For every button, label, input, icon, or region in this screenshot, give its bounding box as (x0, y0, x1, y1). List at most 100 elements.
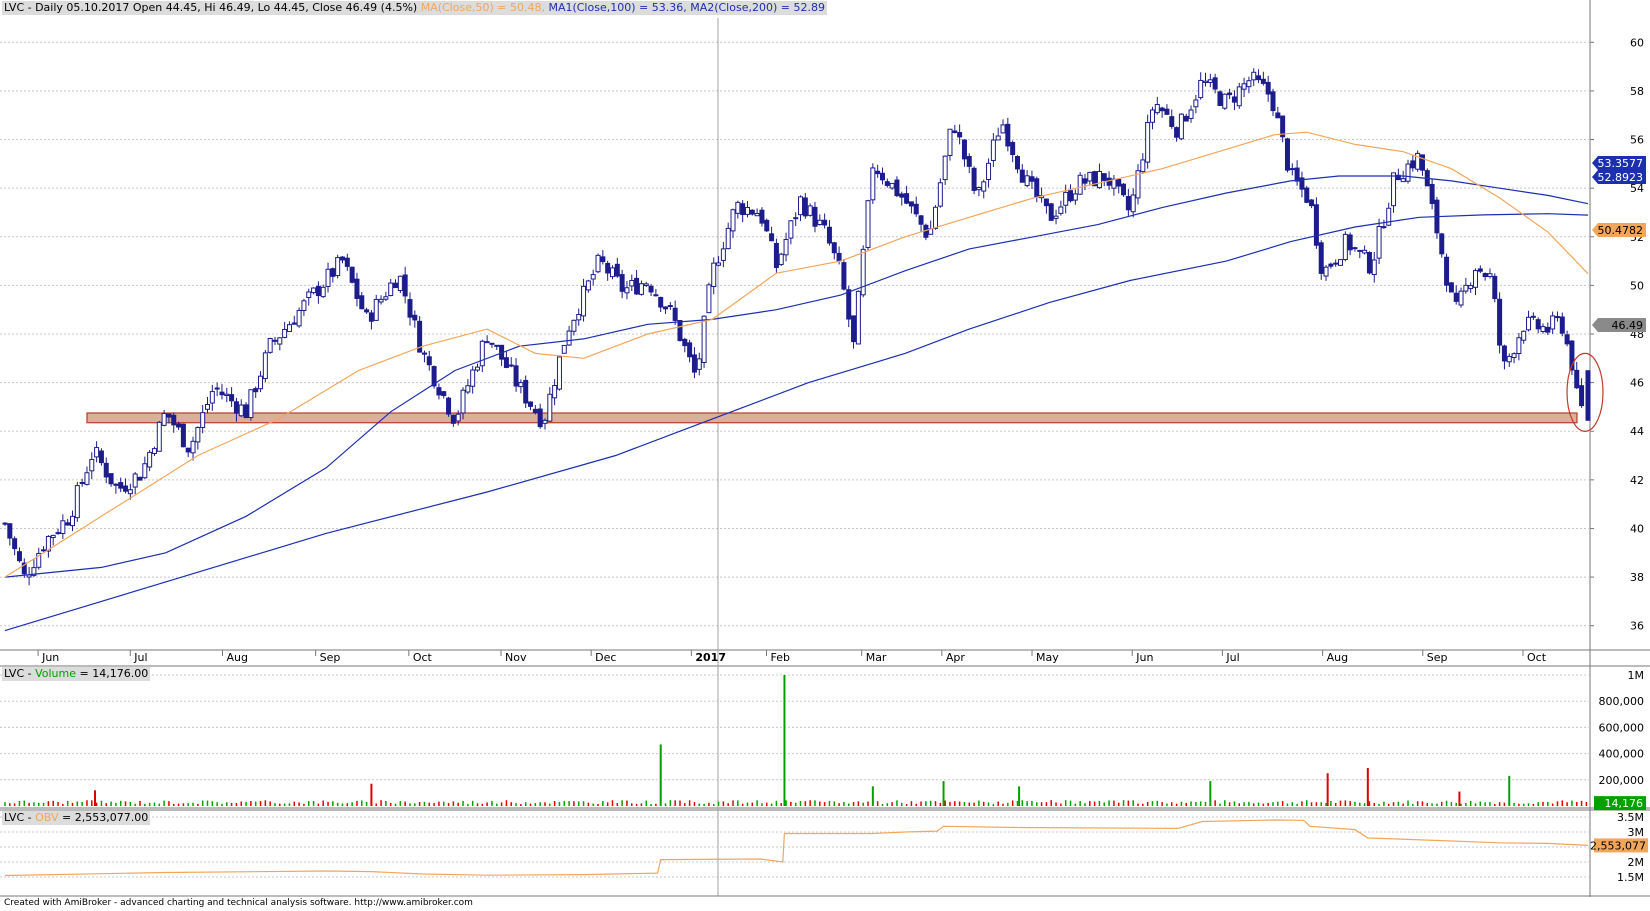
obv-y-tick-label: 3M (1628, 826, 1645, 839)
candle-body (1371, 259, 1377, 276)
price-y-tick-label: 56 (1630, 134, 1644, 147)
volume-y-tick-label: 800,000 (1599, 695, 1645, 708)
candle-body (1154, 104, 1160, 114)
candle-body (1429, 183, 1435, 205)
candle-body (571, 319, 577, 332)
candle-body (41, 549, 47, 552)
price-y-tick-label: 50 (1630, 279, 1644, 292)
candle-body (1034, 178, 1040, 198)
candle-body (1010, 142, 1016, 156)
candle-body (682, 338, 688, 347)
candle-body (846, 289, 852, 320)
price-panel-header: LVC - Daily 05.10.2017 Open 44.45, Hi 46… (2, 1, 827, 15)
candle-body (354, 278, 360, 299)
candle-body (503, 357, 509, 368)
obv-y-tick-label: 3.5M (1617, 811, 1644, 824)
candle-body (1068, 190, 1074, 202)
candle-body (899, 193, 905, 198)
candle-body (123, 485, 129, 492)
candle-body (335, 257, 341, 277)
candle-body (1347, 234, 1353, 251)
candle-body (12, 538, 18, 550)
price-y-tick-label: 60 (1630, 36, 1644, 49)
volume-y-tick-label: 600,000 (1599, 721, 1645, 734)
candle-body (1304, 187, 1310, 203)
candle-body (1096, 170, 1102, 189)
candle-body (229, 394, 235, 402)
candle-body (248, 389, 254, 419)
candle-body (904, 193, 910, 204)
volume-header-value: = 14,176.00 (76, 667, 149, 680)
candle-body (778, 253, 784, 265)
candle-body (638, 283, 644, 295)
candle-body (190, 440, 196, 454)
candle-body (508, 364, 514, 367)
candle-body (1256, 75, 1262, 81)
candle-body (156, 421, 162, 452)
candle-body (421, 352, 427, 355)
candle-body (301, 300, 307, 311)
candle-body (836, 252, 842, 262)
candle-body (1458, 290, 1464, 306)
x-axis-label: Jul (1225, 651, 1239, 664)
candle-body (330, 268, 336, 277)
candle-body (470, 369, 476, 387)
canvas-background (0, 0, 1650, 911)
candle-body (296, 309, 302, 327)
candle-body (701, 315, 707, 363)
candle-body (364, 309, 370, 313)
candle-body (870, 167, 876, 201)
obv-y-tick-label: 1.5M (1617, 871, 1644, 884)
candle-body (79, 481, 85, 484)
candle-body (1318, 242, 1324, 274)
candle-body (69, 515, 75, 527)
candle-body (1145, 122, 1151, 163)
candle-body (474, 366, 480, 371)
candle-body (947, 128, 953, 156)
price-y-tick-label: 54 (1630, 182, 1644, 195)
candle-body (537, 408, 543, 428)
candle-body (952, 130, 958, 133)
candle-body (204, 403, 210, 410)
candle-body (605, 262, 611, 274)
x-axis-label: Jul (133, 651, 147, 664)
candle-body (547, 393, 553, 422)
candle-body (831, 242, 837, 254)
candle-body (1178, 113, 1184, 140)
support-zone-rect (86, 412, 1578, 424)
candle-body (94, 447, 100, 458)
candle-body (1492, 275, 1498, 300)
candle-body (532, 408, 538, 413)
x-axis-label: 2017 (695, 651, 726, 664)
candle-body (894, 179, 900, 197)
candle-body (1530, 315, 1536, 318)
x-axis-label: Sep (1427, 651, 1448, 664)
candle-body (315, 285, 321, 297)
volume-y-tick-label: 400,000 (1599, 748, 1645, 761)
price-y-tick-label: 36 (1630, 620, 1644, 633)
obv-header-label: OBV (35, 811, 59, 824)
candle-body (1005, 123, 1011, 147)
candle-body (937, 182, 943, 207)
x-axis-label: Nov (505, 651, 527, 664)
x-axis-label: Oct (413, 651, 433, 664)
candle-body (1564, 334, 1570, 345)
candle-body (407, 299, 413, 318)
candle-body (1174, 127, 1180, 138)
candle-body (1482, 272, 1488, 278)
candle-body (1579, 385, 1585, 407)
price-y-tick-label: 58 (1630, 85, 1644, 98)
footer-credit: Created with AmiBroker - advanced charti… (4, 898, 473, 908)
candle-body (1183, 115, 1189, 122)
candle-body (484, 341, 490, 344)
candle-body (995, 135, 1001, 141)
candle-body (957, 132, 963, 138)
candle-body (576, 313, 582, 321)
candle-body (1405, 163, 1411, 182)
candle-body (822, 219, 828, 226)
candle-body (258, 375, 264, 390)
candle-body (16, 551, 22, 562)
volume-header-label: Volume (35, 667, 77, 680)
candle-body (1130, 194, 1136, 213)
candle-body (933, 206, 939, 229)
